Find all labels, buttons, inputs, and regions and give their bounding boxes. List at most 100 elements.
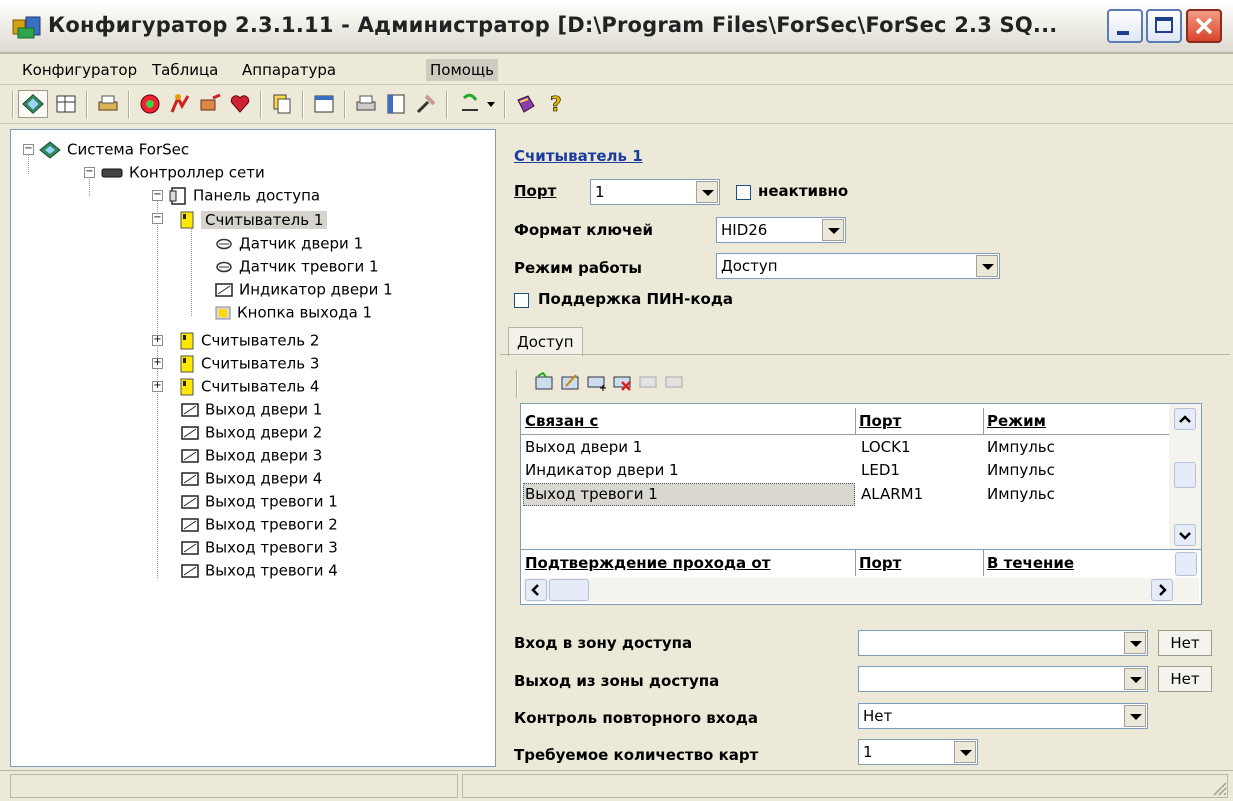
zone-entry-none-button[interactable]: Нет [1158,630,1212,656]
tree-item-alarm-sensor-1[interactable]: Датчик тревоги 1 [215,255,379,277]
collapse-toggle[interactable]: − [23,144,34,155]
delete-link-icon[interactable] [612,372,632,392]
dropdown-arrow-icon[interactable] [484,92,498,116]
zone-exit-none-button[interactable]: Нет [1158,666,1212,692]
chevron-down-icon[interactable] [696,181,718,203]
system-tree-icon[interactable] [18,90,48,118]
table-cell[interactable]: LOCK1 [861,438,910,456]
tree-item-system[interactable]: Система ForSec [39,138,189,160]
menu-help[interactable]: Помощь [426,59,498,81]
column-header-confirm-port[interactable]: Порт [859,554,901,572]
column-header-mode[interactable]: Режим [987,412,1046,430]
resize-grip-icon[interactable] [1208,777,1228,797]
print-icon[interactable] [96,92,120,116]
column-header-linked[interactable]: Связан с [525,412,598,430]
table-cell[interactable]: Импульс [987,485,1055,503]
tree-item-alarm-output-1[interactable]: Выход тревоги 1 [181,490,338,512]
tree-item-access-panel[interactable]: Панель доступа [169,184,320,206]
monitor-icon[interactable] [138,92,162,116]
chevron-down-icon[interactable] [954,741,976,763]
add-link-icon[interactable] [534,372,554,392]
tree-item-reader-1[interactable]: Считыватель 1 [179,208,328,230]
spin-button[interactable] [1175,552,1197,576]
scroll-right-button[interactable] [1151,579,1173,601]
tree-item-alarm-output-4[interactable]: Выход тревоги 4 [181,559,338,581]
column-header-confirm-from[interactable]: Подтверждение прохода от [525,554,770,572]
tree-item-exit-button-1[interactable]: Кнопка выхода 1 [215,301,372,323]
tree-item-reader-3[interactable]: Считыватель 3 [179,352,319,374]
zone-entry-select[interactable] [858,630,1148,656]
move-down-icon[interactable] [664,372,684,392]
column-header-port[interactable]: Порт [859,412,901,430]
vertical-scrollbar[interactable] [1169,404,1201,550]
table-row[interactable]: Выход тревоги 1 [525,485,658,503]
mode-select[interactable]: Доступ [716,253,1000,279]
tree-item-controller[interactable]: Контроллер сети [101,161,265,183]
scroll-down-button[interactable] [1174,524,1196,546]
tools-icon[interactable] [414,92,438,116]
users-icon[interactable] [168,92,192,116]
table-cell[interactable]: ALARM1 [861,485,923,503]
expand-toggle[interactable]: + [152,358,163,369]
insert-link-icon[interactable] [586,372,606,392]
tree-item-door-output-3[interactable]: Выход двери 3 [181,444,322,466]
close-button[interactable] [1186,9,1222,43]
confirm-table[interactable]: Подтверждение прохода от Порт В течение [520,549,1202,605]
maximize-button[interactable] [1146,9,1182,43]
menu-hardware[interactable]: Аппаратура [238,59,340,81]
tab-access[interactable]: Доступ [508,327,583,356]
heart-icon[interactable] [228,92,252,116]
chevron-down-icon[interactable] [1124,668,1146,690]
horizontal-scrollbar[interactable] [523,578,1199,602]
tree-item-reader-4[interactable]: Считыватель 4 [179,375,319,397]
chevron-down-icon[interactable] [1124,632,1146,654]
move-up-icon[interactable] [638,372,658,392]
tree-item-alarm-output-2[interactable]: Выход тревоги 2 [181,513,338,535]
column-header-within[interactable]: В течение [987,554,1074,572]
reader-heading[interactable]: Считыватель 1 [514,147,643,165]
menu-configurator[interactable]: Конфигуратор [18,59,141,81]
collapse-toggle[interactable]: − [84,167,95,178]
collapse-toggle[interactable]: − [152,190,163,201]
required-cards-select[interactable]: 1 [858,739,978,765]
zone-exit-select[interactable] [858,666,1148,692]
title-bar[interactable]: Конфигуратор 2.3.1.11 - Администратор [D… [0,0,1233,54]
help-icon[interactable]: ? [544,92,568,116]
horizontal-scroll-thumb[interactable] [549,579,589,601]
table-row[interactable]: Индикатор двери 1 [525,461,679,479]
links-table[interactable]: Связан с Порт Режим Выход двери 1 LOCK1 … [520,403,1202,551]
window-icon[interactable] [312,92,336,116]
scroll-thumb[interactable] [1174,462,1196,488]
menu-table[interactable]: Таблица [148,59,222,81]
journal-icon[interactable] [384,92,408,116]
tree-item-door-indicator-1[interactable]: Индикатор двери 1 [215,278,393,300]
chevron-down-icon[interactable] [976,255,998,277]
tree-item-door-output-1[interactable]: Выход двери 1 [181,398,322,420]
tree-item-door-output-4[interactable]: Выход двери 4 [181,467,322,489]
minimize-button[interactable] [1107,9,1143,43]
tree-item-door-output-2[interactable]: Выход двери 2 [181,421,322,443]
table-cell[interactable]: Импульс [987,461,1055,479]
key-format-select[interactable]: HID26 [716,217,846,243]
table-cell[interactable]: LED1 [861,461,900,479]
table-view-icon[interactable] [54,92,78,116]
expand-toggle[interactable]: + [152,335,163,346]
download-icon[interactable] [458,92,482,116]
table-row[interactable]: Выход двери 1 [525,438,642,456]
port-select[interactable]: 1 [590,179,720,205]
reports-icon[interactable] [354,92,378,116]
tree-item-alarm-output-3[interactable]: Выход тревоги 3 [181,536,338,558]
scroll-up-button[interactable] [1174,408,1196,430]
copy-icon[interactable] [270,92,294,116]
expand-toggle[interactable]: + [152,381,163,392]
inactive-checkbox[interactable] [736,185,751,200]
tree-item-door-sensor-1[interactable]: Датчик двери 1 [215,232,363,254]
reentry-control-select[interactable]: Нет [858,703,1148,729]
collapse-toggle[interactable]: − [152,213,163,224]
pin-support-checkbox[interactable] [514,293,529,308]
system-tree[interactable]: − Система ForSec − Контроллер сети − Пан… [10,129,496,767]
keys-icon[interactable] [198,92,222,116]
scroll-left-button[interactable] [525,579,547,601]
tree-item-reader-2[interactable]: Считыватель 2 [179,329,319,351]
book-icon[interactable] [514,92,538,116]
